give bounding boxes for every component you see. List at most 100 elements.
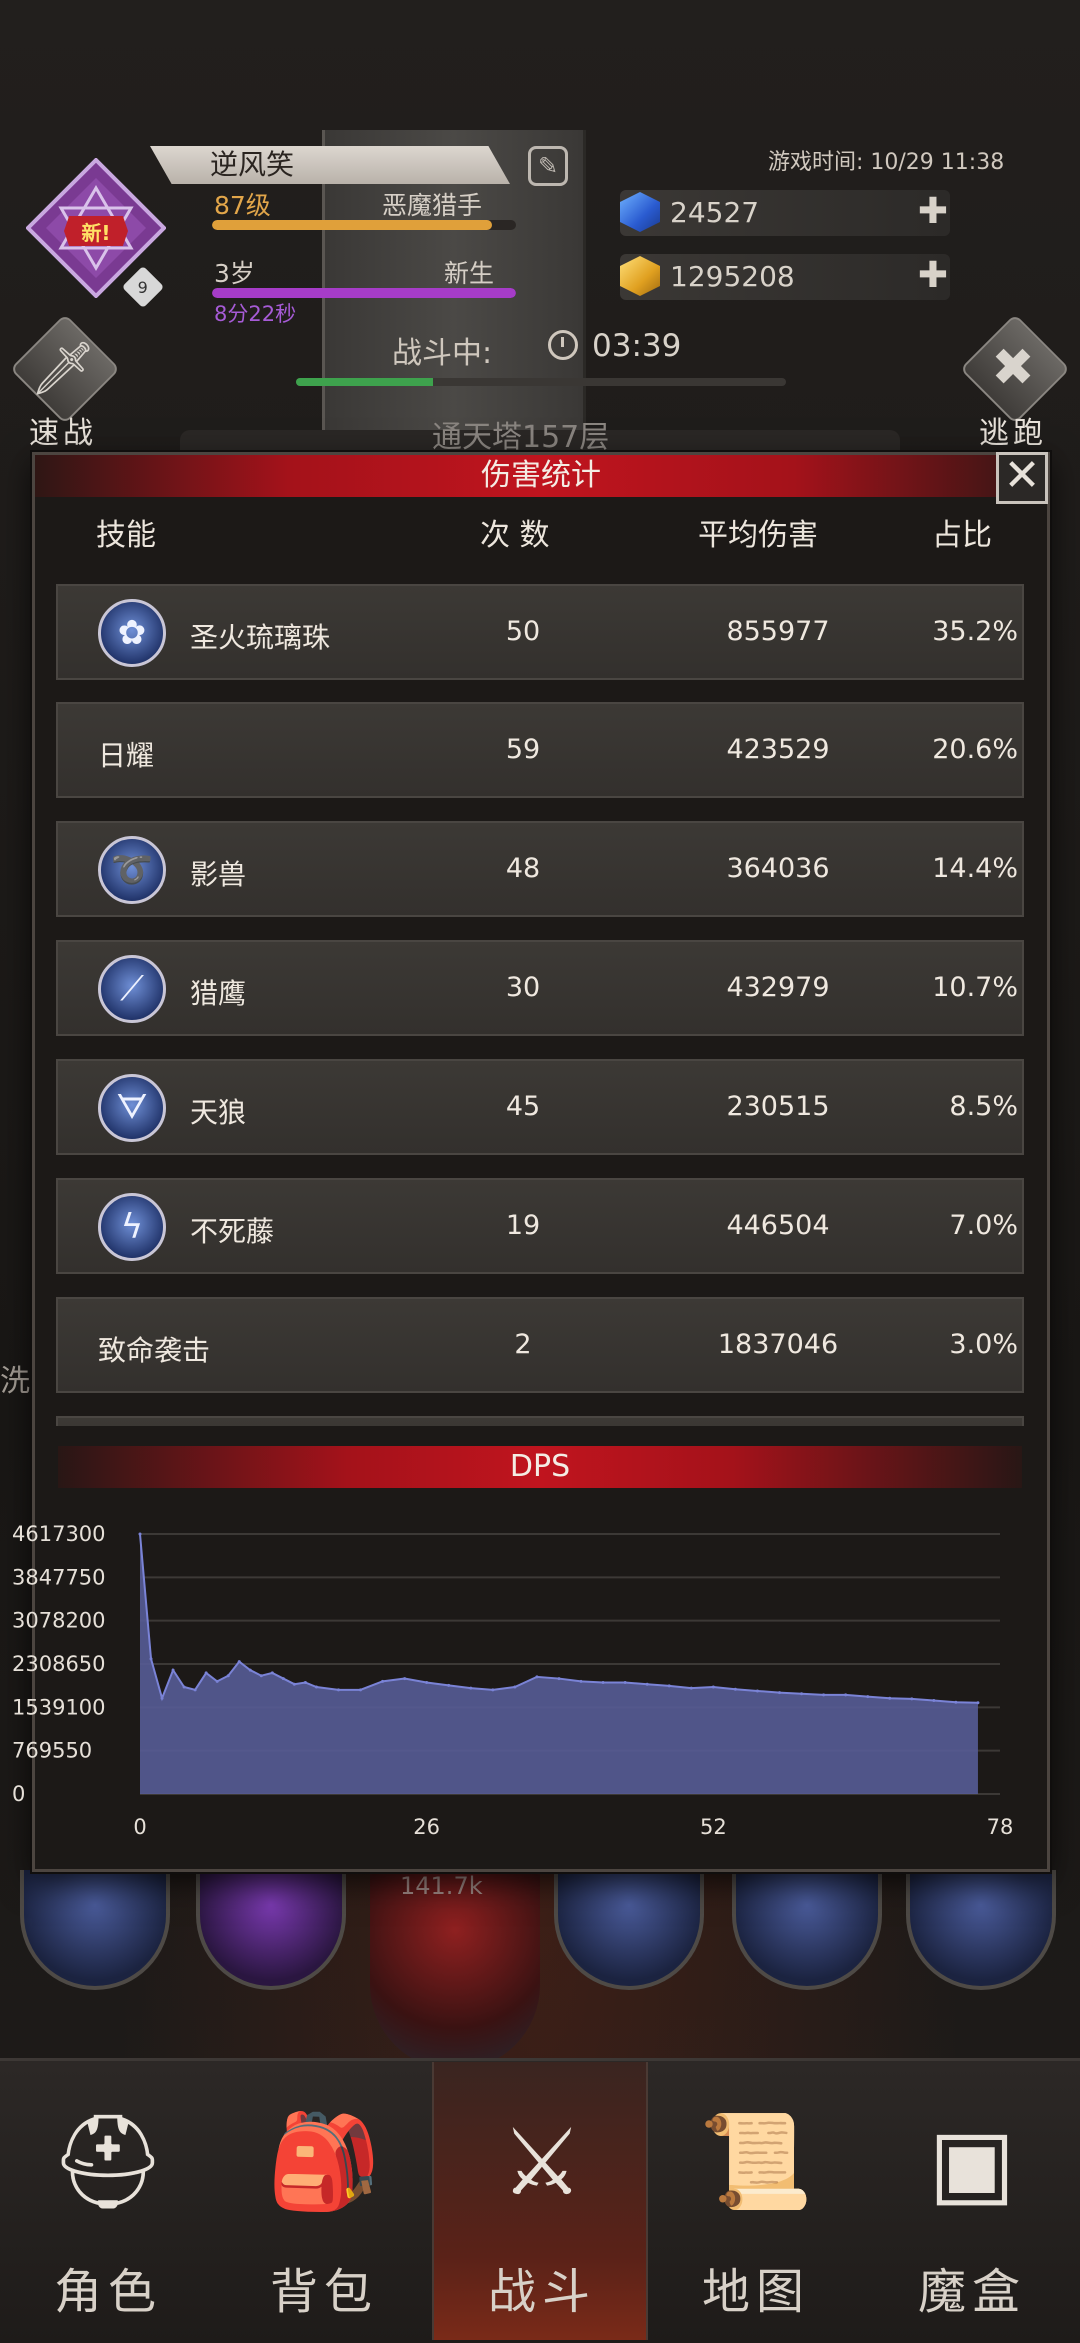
gem-currency: 24527 ✚ (620, 190, 950, 236)
add-gold-button[interactable]: ✚ (916, 258, 950, 294)
nav-label: 角色 (53, 2264, 162, 2320)
skill-share: 8.5% (949, 1091, 1018, 1122)
add-gems-button[interactable]: ✚ (916, 194, 950, 230)
skill-slot[interactable] (370, 1870, 540, 2070)
y-tick-label: 3078200 (12, 1609, 106, 1633)
dps-point (138, 1532, 142, 1536)
shield-sword-icon: ⚔ (500, 2108, 584, 2216)
dps-point (204, 1671, 208, 1675)
dps-point (755, 1689, 759, 1693)
nav-label: 地图 (701, 2264, 810, 2320)
close-button[interactable]: ✕ (996, 452, 1048, 504)
dps-point (303, 1681, 307, 1685)
game-time: 游戏时间: 10/29 11:38 (768, 150, 1005, 175)
nav-label: 背包 (269, 2264, 378, 2320)
table-row-partial[interactable] (56, 1416, 1024, 1426)
skill-share: 10.7% (932, 972, 1018, 1003)
nav-item-character[interactable]: ⛑ 角色 (0, 2062, 216, 2340)
dps-point (381, 1679, 385, 1683)
dps-point (535, 1675, 539, 1679)
dps-point (193, 1688, 197, 1692)
table-row[interactable]: 日耀 59 423529 20.6% (56, 702, 1024, 798)
skill-name: 不死藤 (190, 1215, 275, 1248)
skill-name: 天狼 (190, 1096, 247, 1129)
column-header-skill: 技能 (96, 518, 156, 553)
column-header-count: 次 数 (480, 518, 550, 553)
skill-share: 20.6% (932, 734, 1018, 765)
nav-item-battle[interactable]: ⚔ 战斗 (432, 2062, 648, 2340)
skill-avg-damage: 432979 (726, 972, 830, 1003)
table-row[interactable]: ⟋ 猎鹰 30 432979 10.7% (56, 940, 1024, 1036)
edit-name-button[interactable]: ✎ (528, 146, 568, 186)
floor-name: 通天塔157层 (432, 420, 610, 455)
blue-gem-icon (620, 192, 660, 232)
dps-point (182, 1685, 186, 1689)
table-row[interactable]: ϟ 不死藤 19 446504 7.0% (56, 1178, 1024, 1274)
table-row[interactable]: 致命袭击 2 1837046 3.0% (56, 1297, 1024, 1393)
gold-gem-icon (620, 256, 660, 296)
table-row[interactable]: ᗊ 天狼 45 230515 8.5% (56, 1059, 1024, 1155)
damage-list[interactable]: ✿ 圣火琉璃珠 50 855977 35.2% 日耀 59 423529 20.… (56, 584, 1024, 1426)
quick-battle-button[interactable]: 🗡 速战 (8, 313, 121, 451)
sword-icon: 🗡 (29, 339, 96, 399)
dps-chart: 4617300 3847750 3078200 2308650 1539100 76955… (12, 1522, 1013, 1839)
dps-point (645, 1682, 649, 1686)
y-tick-label: 4617300 (12, 1522, 106, 1546)
dps-point (711, 1685, 715, 1689)
dps-point (469, 1686, 473, 1690)
level-bar (212, 220, 516, 230)
falcon-claw-icon: ⟋ (98, 955, 166, 1023)
dps-point (667, 1684, 671, 1688)
dps-point (237, 1660, 241, 1664)
player-class: 恶魔猎手 (382, 191, 483, 220)
dps-point (425, 1681, 429, 1685)
dps-point (270, 1671, 274, 1675)
skill-count: 59 (505, 734, 541, 765)
gold-amount: 1295208 (670, 260, 795, 293)
player-level: 87级 (214, 191, 271, 220)
column-header-share: 占比 (932, 518, 992, 553)
dps-point (259, 1674, 263, 1678)
edit-icon: ✎ (537, 152, 559, 180)
clock-icon (548, 330, 578, 360)
dps-point (601, 1681, 605, 1685)
battle-status: 战斗中: (392, 336, 493, 371)
skill-name: 猎鹰 (190, 977, 247, 1010)
skill-count: 50 (505, 616, 541, 647)
skill-avg-damage: 1837046 (717, 1329, 839, 1360)
age-bar (212, 288, 516, 298)
dps-point (359, 1688, 363, 1692)
x-tick-label: 26 (413, 1815, 440, 1839)
nav-item-magic-box[interactable]: ▣ 魔盒 (864, 2062, 1080, 2340)
player-stage: 新生 (444, 259, 495, 288)
dps-point (403, 1677, 407, 1681)
escape-button[interactable]: ✖ 逃跑 (958, 313, 1071, 451)
skill-count: 45 (505, 1091, 541, 1122)
wolf-fang-icon: ᗊ (98, 1074, 166, 1142)
dps-point (910, 1697, 914, 1701)
battle-progress (296, 378, 786, 386)
skill-name: 致命袭击 (98, 1334, 211, 1367)
nav-item-backpack[interactable]: 🎒 背包 (216, 2062, 432, 2340)
skill-count: 2 (514, 1329, 532, 1360)
dps-point (689, 1686, 693, 1690)
dps-point (623, 1681, 627, 1685)
dps-point (281, 1677, 285, 1681)
nav-label: 战斗 (487, 2264, 596, 2320)
dps-point (822, 1693, 826, 1697)
chart-title: DPS (58, 1446, 1022, 1488)
shadow-beast-icon: ➰ (98, 836, 166, 904)
table-row[interactable]: ✿ 圣火琉璃珠 50 855977 35.2% (56, 584, 1024, 680)
dps-point (160, 1696, 164, 1700)
new-tag: 新! (64, 216, 128, 246)
backpack-icon: 🎒 (266, 2108, 382, 2215)
nav-item-map[interactable]: 📜 地图 (648, 2062, 864, 2340)
map-scroll-icon: 📜 (698, 2108, 814, 2215)
dps-point (844, 1693, 848, 1697)
skill-count: 48 (505, 853, 541, 884)
skill-avg-damage: 423529 (726, 734, 830, 765)
table-row[interactable]: ➰ 影兽 48 364036 14.4% (56, 821, 1024, 917)
magic-box-icon: ▣ (928, 2108, 1016, 2216)
gem-amount: 24527 (670, 196, 760, 229)
age-timer: 8分22秒 (214, 302, 297, 326)
